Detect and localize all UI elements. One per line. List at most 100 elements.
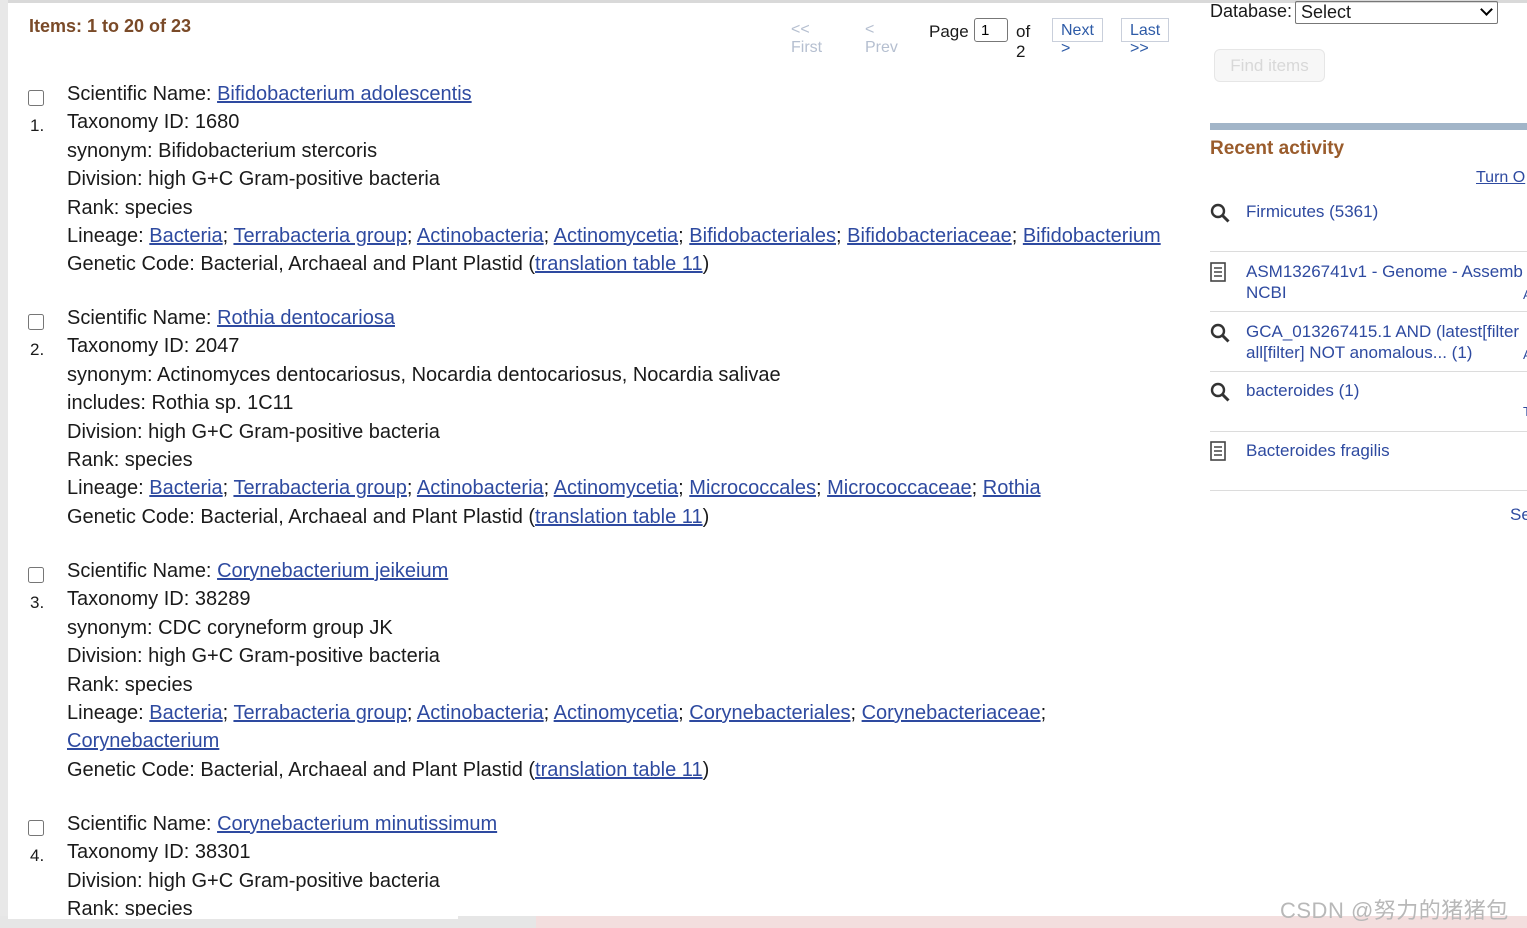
bottom-bar-gap	[8, 916, 458, 919]
lineage-link[interactable]: Rothia	[983, 477, 1041, 499]
division-line: Division: high G+C Gram-positive bacteri…	[67, 645, 440, 668]
taxonomy-id: Taxonomy ID: 1680	[67, 111, 240, 134]
lineage-link[interactable]: Bifidobacterium	[1023, 225, 1161, 247]
division-line: Division: high G+C Gram-positive bacteri…	[67, 420, 440, 443]
result-checkbox[interactable]	[28, 314, 44, 330]
result-number: 1.	[30, 116, 45, 135]
recent-activity-line: all[filter] NOT anomalous... (1)	[1246, 343, 1473, 362]
genetic-code-close: )	[702, 505, 710, 528]
next-page-button[interactable]: Next >	[1052, 18, 1103, 57]
recent-activity-line: GCA_013267415.1 AND (latest[filter	[1246, 322, 1520, 341]
lineage-link[interactable]: Actinobacteria	[417, 702, 544, 724]
lineage-link[interactable]: Bacteria	[149, 225, 222, 247]
document-icon	[1210, 262, 1226, 282]
result-number: 2.	[30, 340, 45, 359]
find-items-button[interactable]: Find items	[1214, 49, 1325, 82]
genetic-code-line: Genetic Code: Bacterial, Archaeal and Pl…	[67, 250, 1161, 278]
synonym-line: synonym: Actinomyces dentocariosus, Noca…	[67, 363, 781, 386]
scientific-name-link[interactable]: Corynebacterium minutissimum	[217, 813, 497, 835]
lineage-link[interactable]: Micrococcales	[689, 477, 816, 499]
page-number-input[interactable]	[974, 18, 1008, 42]
result-checkbox[interactable]	[28, 820, 44, 836]
scientific-name-label: Scientific Name:	[67, 560, 218, 582]
recent-activity-item[interactable]: bacteroides (1) T	[1210, 380, 1527, 432]
genetic-code-line: Genetic Code: Bacterial, Archaeal and Pl…	[67, 756, 1046, 784]
taxonomy-id: Taxonomy ID: 38301	[67, 841, 251, 864]
database-select[interactable]: Select	[1295, 1, 1498, 24]
scientific-name-link[interactable]: Bifidobacterium adolescentis	[217, 83, 472, 105]
page-count: of 2	[1016, 22, 1031, 61]
recent-activity-line: Bacteroides fragilis	[1246, 441, 1390, 460]
recent-activity-item[interactable]: Bacteroides fragilis	[1210, 440, 1527, 491]
lineage-link[interactable]: Micrococcaceae	[827, 477, 972, 499]
lineage-link[interactable]: Terrabacteria group	[233, 477, 406, 499]
lineage-link[interactable]: Actinomycetia	[554, 702, 679, 724]
prev-page-link[interactable]: < Prev	[865, 21, 898, 57]
lineage-link[interactable]: Bifidobacteriaceae	[847, 225, 1012, 247]
recent-activity-text: bacteroides (1)	[1246, 380, 1359, 401]
document-icon	[1210, 441, 1226, 461]
recent-activity-text: GCA_013267415.1 AND (latest[filter all[f…	[1246, 321, 1519, 363]
synonym-line: synonym: Bifidobacterium stercoris	[67, 139, 378, 162]
turn-off-link[interactable]: Turn O	[1476, 169, 1525, 187]
lineage-link[interactable]: Bacteria	[149, 702, 222, 724]
taxonomy-id: Taxonomy ID: 2047	[67, 335, 240, 358]
result-number: 4.	[30, 846, 45, 865]
search-icon	[1210, 323, 1230, 343]
recent-activity-item[interactable]: Firmicutes (5361)	[1210, 201, 1527, 252]
recent-activity-db: T	[1523, 404, 1527, 419]
scientific-name-link[interactable]: Corynebacterium jeikeium	[217, 560, 448, 582]
includes-line: includes: Rothia sp. 1C11	[67, 392, 294, 415]
lineage-link[interactable]: Bifidobacteriales	[689, 225, 836, 247]
genetic-code-label: Genetic Code: Bacterial, Archaeal and Pl…	[67, 253, 536, 276]
division-line: Division: high G+C Gram-positive bacteri…	[67, 168, 440, 191]
rank-line: Rank: species	[67, 673, 193, 696]
scientific-name-line: Scientific Name: Corynebacterium jeikeiu…	[67, 557, 1046, 585]
database-select-value: Select	[1301, 2, 1352, 22]
recent-activity-line: Firmicutes (5361)	[1246, 202, 1379, 221]
translation-table-link[interactable]: translation table 11	[535, 759, 703, 781]
genetic-code-close: )	[702, 253, 710, 276]
genetic-code-close: )	[702, 758, 710, 781]
recent-activity-text: Firmicutes (5361)	[1246, 201, 1378, 222]
result-checkbox[interactable]	[28, 567, 44, 583]
scientific-name-link[interactable]: Rothia dentocariosa	[217, 307, 395, 329]
lineage-link[interactable]: Actinomycetia	[554, 225, 679, 247]
recent-activity-line: bacteroides (1)	[1246, 381, 1360, 400]
lineage-link[interactable]: Actinomycetia	[554, 477, 679, 499]
see-more-link[interactable]: Se	[1510, 505, 1527, 525]
result-checkbox[interactable]	[28, 90, 44, 106]
recent-activity-text: ASM1326741v1 - Genome - Assemb NCBI	[1246, 261, 1523, 303]
first-page-link[interactable]: << First	[791, 21, 822, 57]
genetic-code-label: Genetic Code: Bacterial, Archaeal and Pl…	[67, 758, 536, 781]
recent-activity-item[interactable]: GCA_013267415.1 AND (latest[filter all[f…	[1210, 321, 1527, 372]
lineage-link[interactable]: Bacteria	[149, 477, 222, 499]
rank-line: Rank: species	[67, 196, 193, 219]
lineage-link[interactable]: Corynebacterium	[67, 730, 219, 752]
recent-activity-title: Recent activity	[1210, 138, 1345, 159]
lineage-link[interactable]: Corynebacteriaceae	[862, 702, 1041, 724]
lineage-link[interactable]: Actinobacteria	[417, 477, 544, 499]
translation-table-link[interactable]: translation table 11	[535, 253, 703, 275]
database-label: Database:	[1210, 1, 1293, 21]
lineage-line-continued: Corynebacterium	[67, 727, 1046, 755]
genetic-code-label: Genetic Code: Bacterial, Archaeal and Pl…	[67, 505, 536, 528]
items-count: Items: 1 to 20 of 23	[29, 16, 192, 36]
result-number: 3.	[30, 593, 45, 612]
lineage-link[interactable]: Actinobacteria	[417, 225, 544, 247]
scientific-name-line: Scientific Name: Bifidobacterium adolesc…	[67, 80, 1161, 108]
lineage-link[interactable]: Corynebacteriales	[689, 702, 850, 724]
page-label: Page	[929, 22, 969, 41]
search-icon	[1210, 382, 1230, 402]
lineage-label: Lineage:	[67, 225, 150, 248]
lineage-label: Lineage:	[67, 702, 150, 725]
lineage-link[interactable]: Terrabacteria group	[233, 702, 406, 724]
lineage-line: Lineage: Bacteria; Terrabacteria group; …	[67, 477, 1041, 500]
recent-activity-line: NCBI	[1246, 283, 1287, 302]
recent-activity-item[interactable]: ASM1326741v1 - Genome - Assemb NCBI A	[1210, 261, 1527, 312]
last-page-button[interactable]: Last >>	[1121, 18, 1170, 57]
translation-table-link[interactable]: translation table 11	[535, 506, 703, 528]
division-line: Division: high G+C Gram-positive bacteri…	[67, 869, 440, 892]
lineage-link[interactable]: Terrabacteria group	[233, 225, 406, 247]
lineage-line: Lineage: Bacteria; Terrabacteria group; …	[67, 225, 1161, 248]
